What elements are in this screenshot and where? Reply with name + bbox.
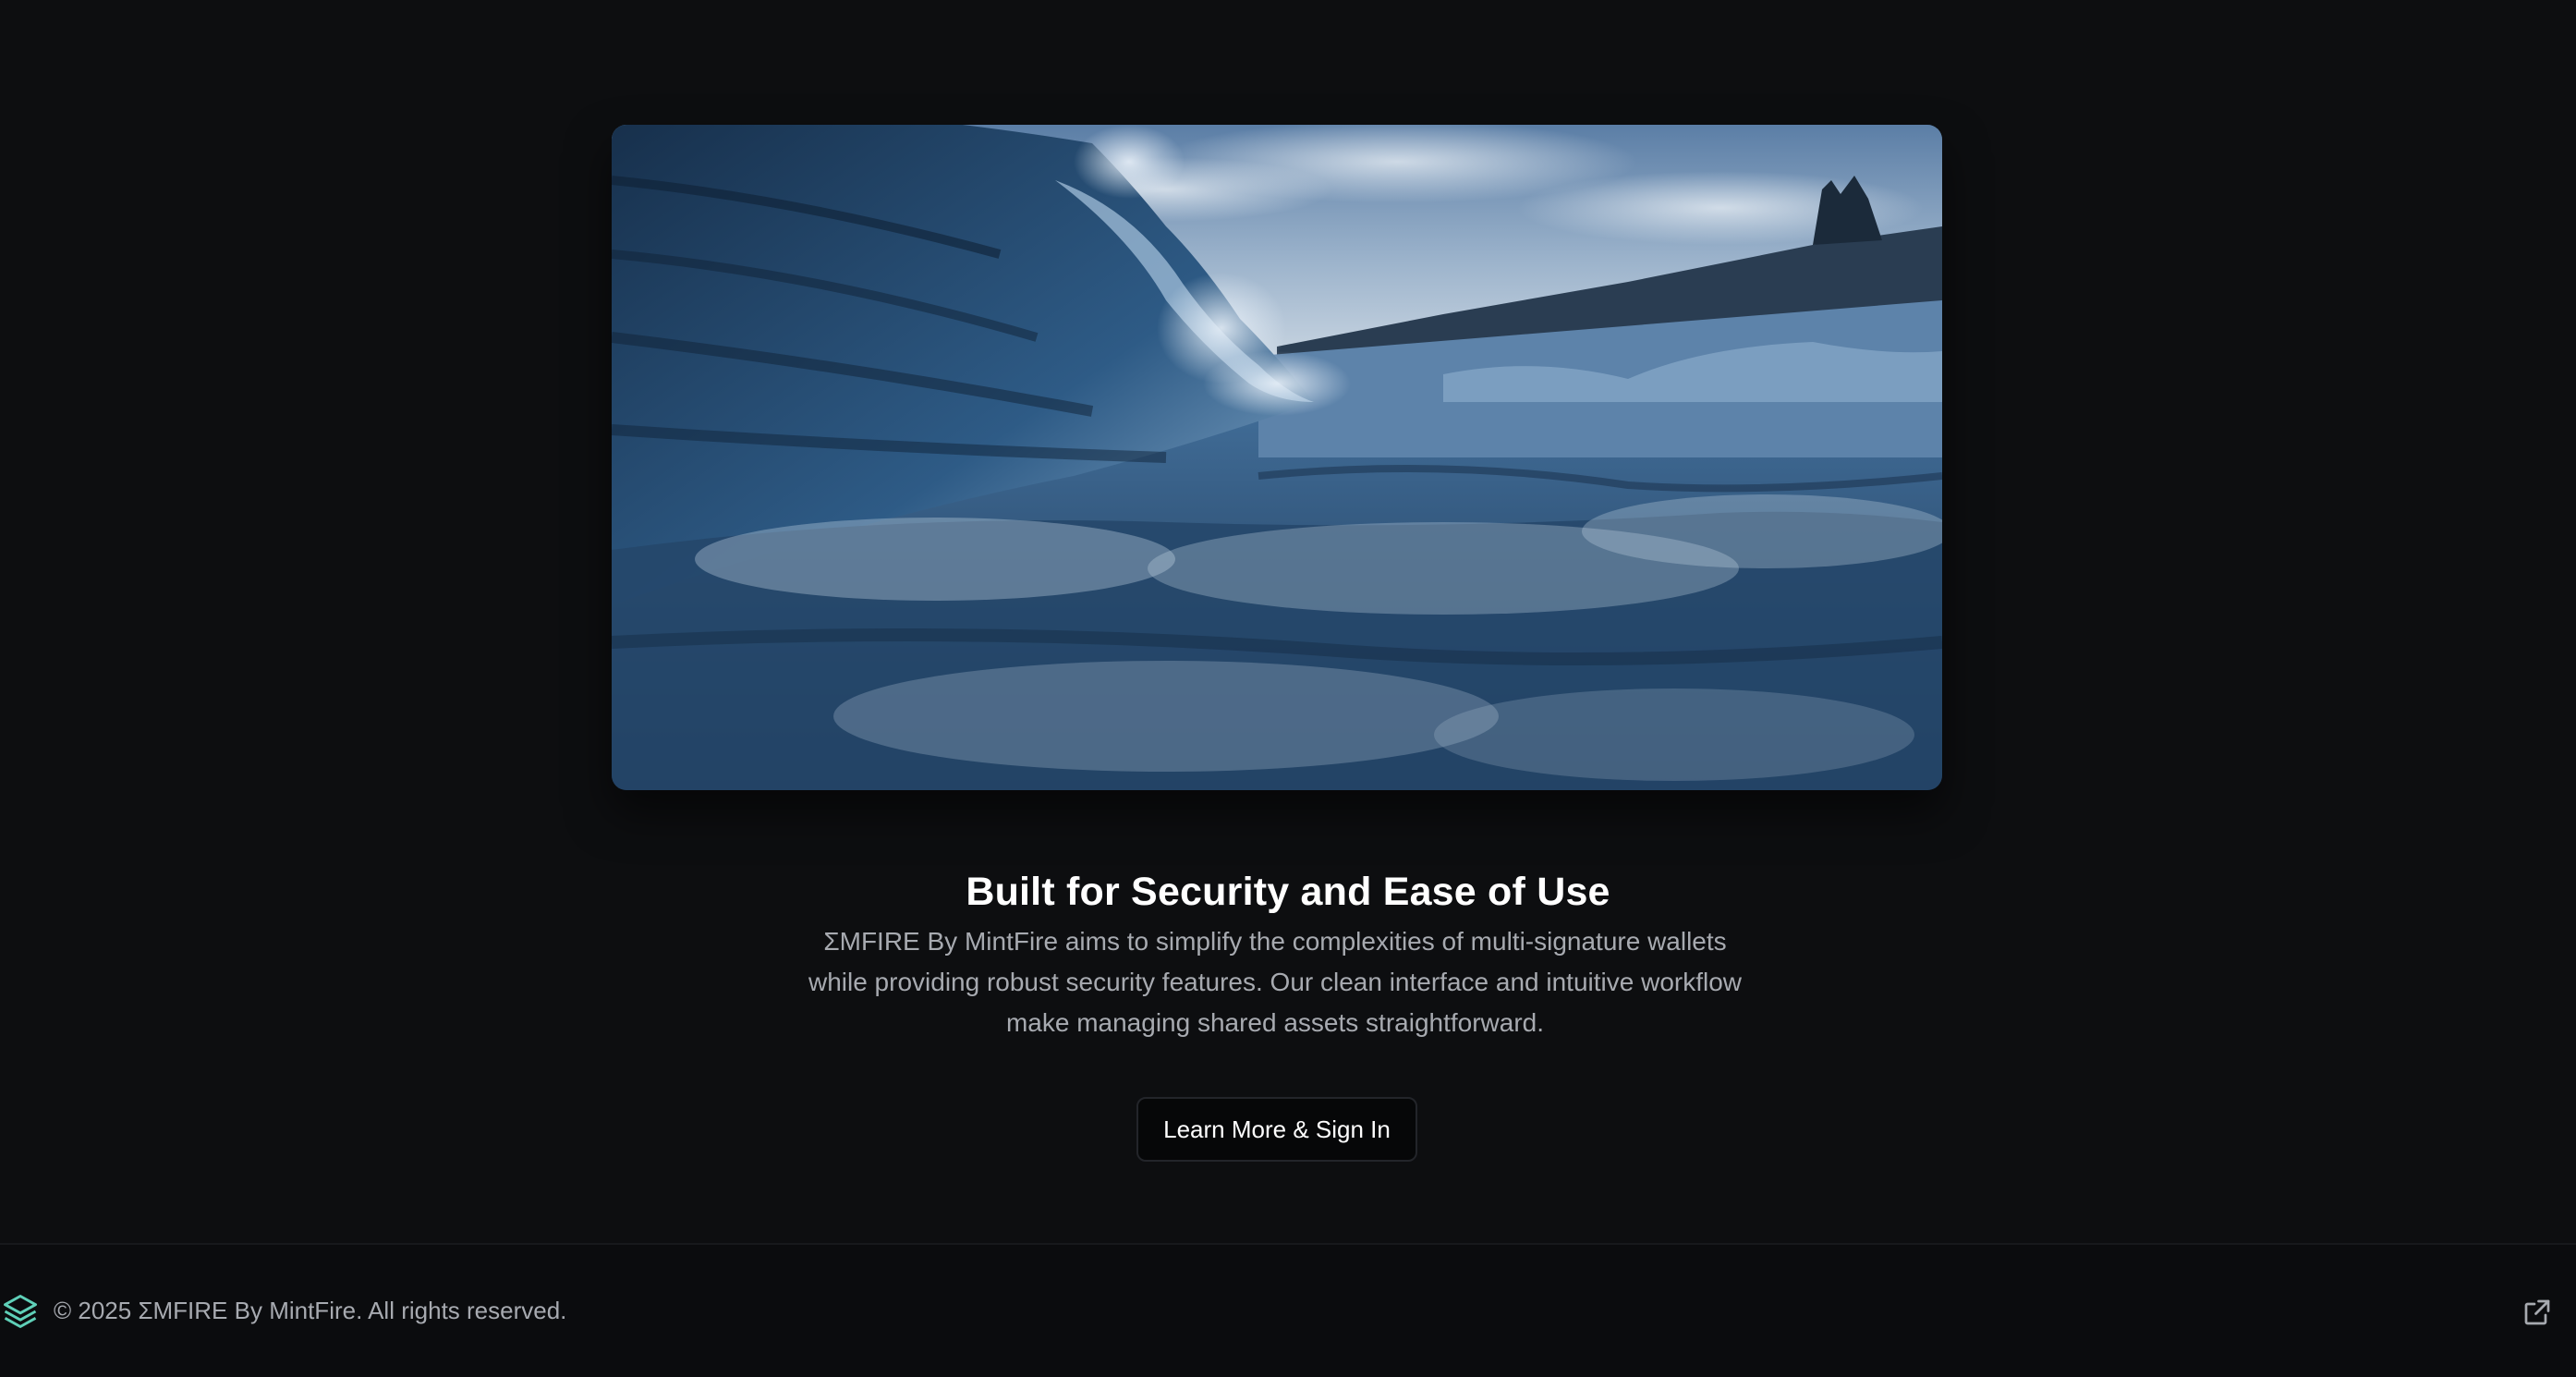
section-title: Built for Security and Ease of Use <box>966 869 1610 914</box>
hero-ocean-wave-image <box>612 125 1942 790</box>
description-line: while providing robust security features… <box>808 968 1743 996</box>
layers-icon <box>0 1291 41 1332</box>
footer-copyright: © 2025 ΣMFIRE By MintFire. All rights re… <box>54 1297 567 1324</box>
learn-more-sign-in-button[interactable]: Learn More & Sign In <box>1136 1097 1417 1162</box>
description-line: make managing shared assets straightforw… <box>1005 1008 1545 1037</box>
footer: © 2025 ΣMFIRE By MintFire. All rights re… <box>0 1243 2576 1377</box>
cta-button-label: Learn More & Sign In <box>1163 1115 1391 1143</box>
ocean-wave-illustration <box>612 125 1942 790</box>
external-link-icon[interactable] <box>2521 1296 2554 1329</box>
landing-page: Built for Security and Ease of Use ΣMFIR… <box>0 0 2576 1377</box>
section-description: ΣMFIRE By MintFire aims to simplify the … <box>767 921 1783 1043</box>
description-line: ΣMFIRE By MintFire aims to simplify the … <box>823 927 1727 956</box>
